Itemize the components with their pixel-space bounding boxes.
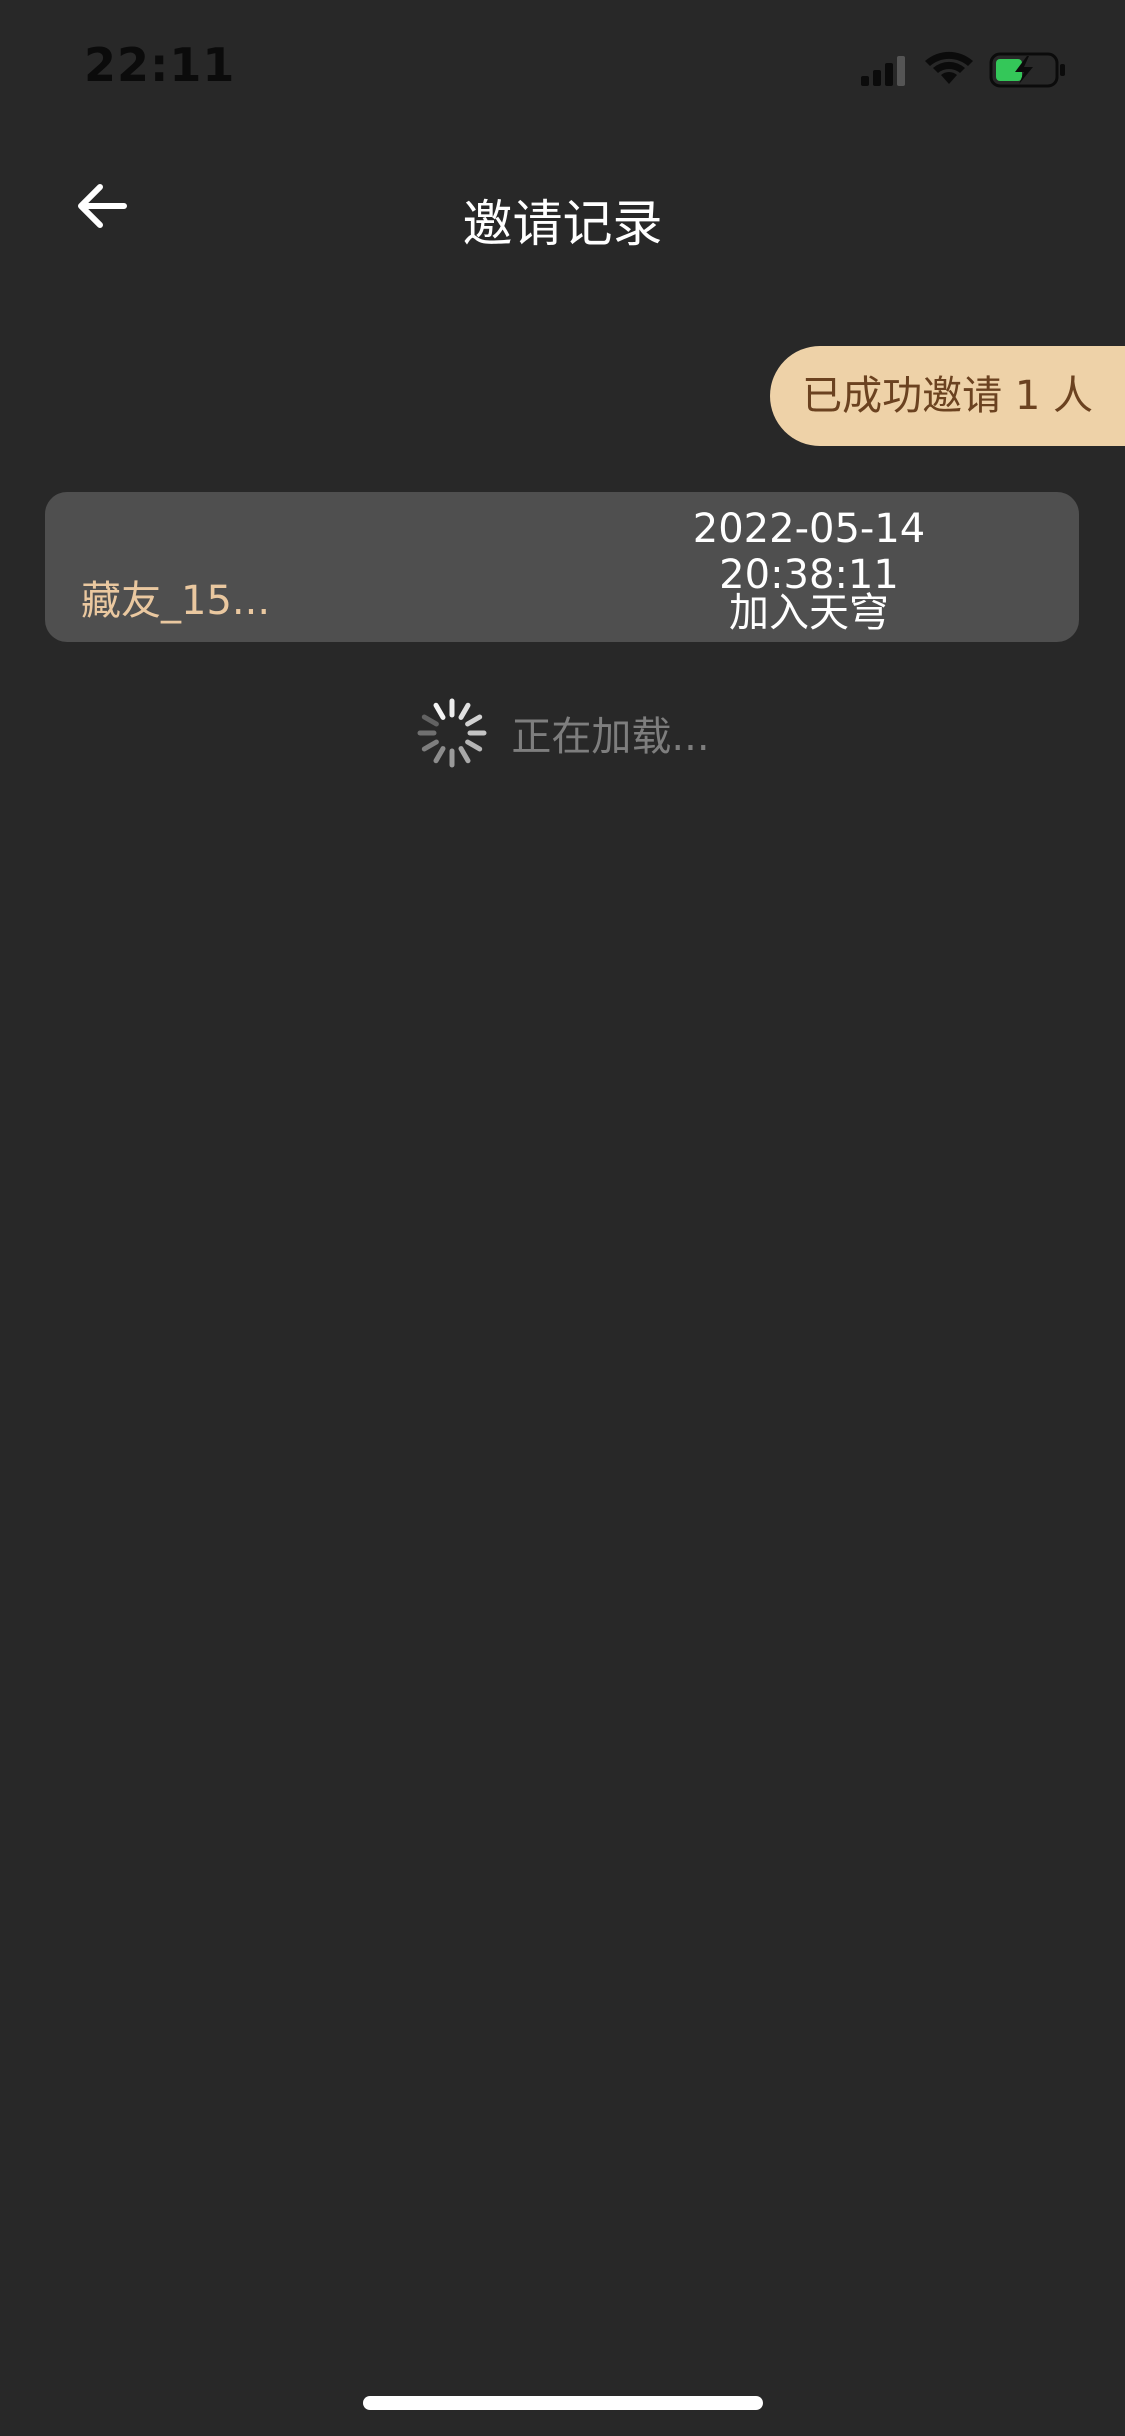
wifi-icon (925, 51, 973, 84)
loading-indicator: 正在加载... (0, 696, 1125, 770)
invite-records-screen: 22:11 邀请记录 已成功邀请 1 人 藏友_15... 2022-05-14… (0, 0, 1125, 2436)
home-indicator[interactable] (363, 2396, 763, 2410)
status-time: 22:11 (84, 38, 236, 92)
signal-icon (861, 56, 905, 86)
spinner-icon (417, 698, 487, 768)
invitee-name: 藏友_15... (81, 578, 271, 624)
page-title: 邀请记录 (462, 195, 663, 253)
status-icons (861, 50, 1081, 90)
invite-record-card: 藏友_15... 2022-05-14 20:38:11 加入天穹 (45, 492, 1079, 642)
invite-count-badge: 已成功邀请 1 人 (770, 346, 1125, 446)
battery-charging-icon (989, 52, 1065, 88)
loading-text: 正在加载... (511, 714, 710, 760)
invite-status: 加入天穹 (729, 590, 889, 636)
